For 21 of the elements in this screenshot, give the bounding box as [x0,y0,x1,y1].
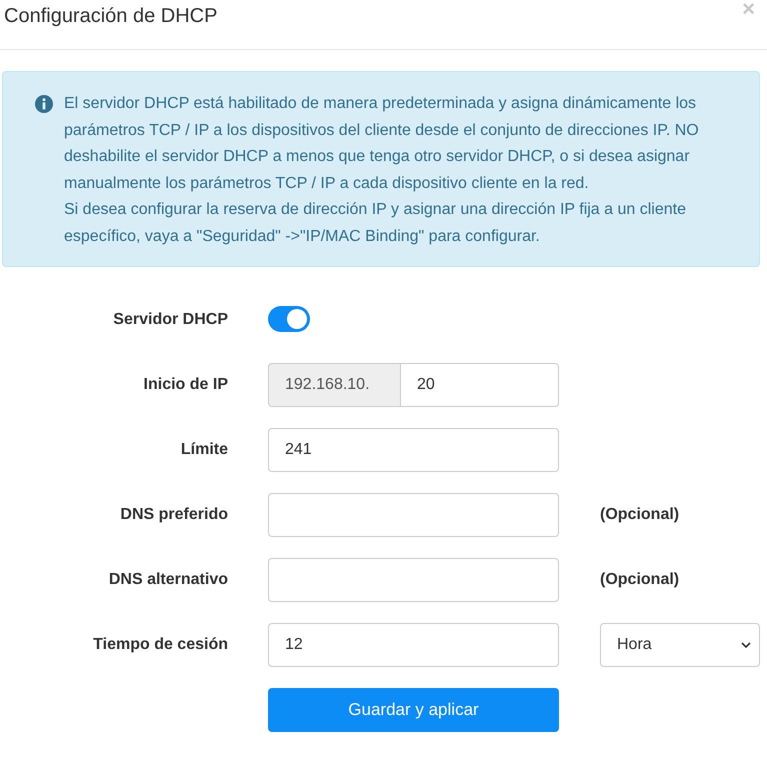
input-field[interactable]: 20 [400,363,559,407]
input-field[interactable] [268,493,559,537]
field-label: Servidor DHCP [112,311,228,329]
field-label: DNS alternativo [108,571,228,589]
field-label: Tiempo de cesión [92,636,228,654]
field-label: Inicio de IP [142,376,228,394]
info-icon [35,95,53,113]
optional-note: (Opcional) [600,506,680,524]
unit-select[interactable]: Hora [600,623,760,667]
toggle-switch[interactable] [268,306,310,332]
input-field[interactable]: 12 [268,623,559,667]
field-label: Límite [180,441,228,459]
optional-note: (Opcional) [600,571,680,589]
input-field[interactable] [268,558,559,602]
dialog-title: Configuración de DHCP [4,5,218,28]
info-text: Si desea configurar la reserva de dirección IP y asignar una dirección IP fija a un cliente específico, vaya a "Seguridad" ->"IP/MAC Binding" para configurar. [64,200,687,246]
field-label: DNS preferido [119,506,228,524]
caret-icon [741,642,751,648]
info-text: El servidor DHCP está habilitado de manera predeterminada y asigna dinámicamente los parámetros TCP / IP a los dispositivos del cliente desde el conjunto de direcciones IP. NO deshabilite el servidor DHCP a menos que tenga otro servidor DHCP, o si desea asignar manualmente los parámetros TCP / IP a cada dispositivo cliente en la red. [64,94,700,194]
ip-prefix: 192.168.10. [268,363,400,407]
input-field[interactable]: 241 [268,428,559,472]
